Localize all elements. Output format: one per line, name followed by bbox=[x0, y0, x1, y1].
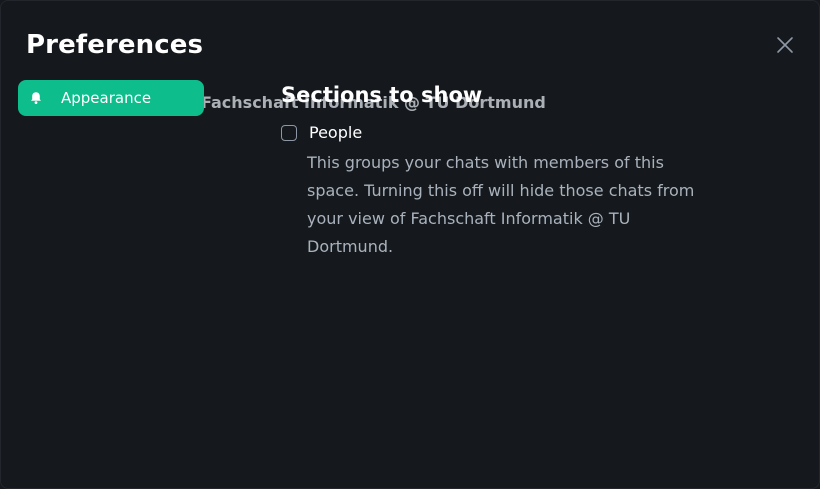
sidebar-item-appearance[interactable]: Appearance bbox=[18, 80, 204, 116]
people-description: This groups your chats with members of t… bbox=[307, 153, 695, 256]
close-button[interactable] bbox=[773, 33, 797, 57]
sidebar-item-label: Appearance bbox=[61, 89, 152, 107]
section-heading: Sections to show bbox=[281, 83, 483, 107]
people-option[interactable]: People bbox=[281, 122, 721, 144]
close-icon bbox=[777, 37, 793, 53]
bell-icon bbox=[29, 91, 43, 105]
people-checkbox[interactable] bbox=[281, 125, 297, 141]
dialog-title: Preferences bbox=[26, 30, 204, 60]
preferences-dialog: Preferences Fachschaft Informatik @ TU D… bbox=[0, 0, 820, 489]
settings-content: Sections to show People This groups your… bbox=[281, 79, 721, 261]
people-label: People bbox=[309, 123, 363, 142]
